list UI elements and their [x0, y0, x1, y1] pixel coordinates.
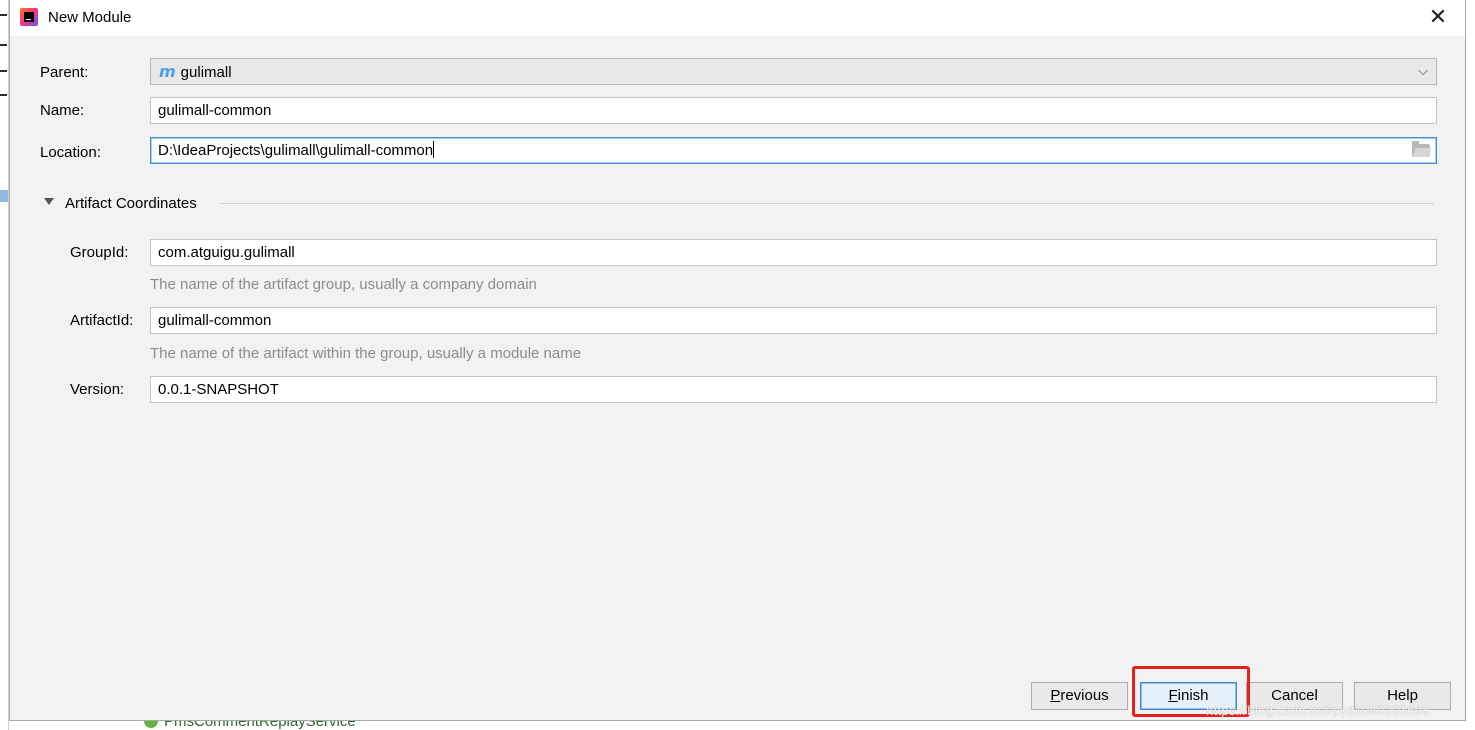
dialog-titlebar: New Module ✕	[10, 0, 1465, 36]
background-code-mark	[0, 14, 7, 16]
groupid-label: GroupId:	[70, 244, 129, 261]
artifactid-label: ArtifactId:	[70, 312, 134, 329]
background-ide-right-strip	[1466, 0, 1475, 730]
close-icon[interactable]: ✕	[1427, 7, 1449, 29]
intellij-app-icon	[20, 8, 38, 26]
maven-module-icon: m	[159, 62, 176, 81]
name-field[interactable]: gulimall-common	[150, 97, 1437, 124]
background-code-mark	[0, 94, 7, 96]
location-field[interactable]: D:\IdeaProjects\gulimall\gulimall-common	[150, 137, 1437, 164]
version-label: Version:	[70, 381, 125, 398]
text-cursor	[433, 141, 435, 158]
chevron-down-icon[interactable]: ⌵	[1418, 59, 1428, 84]
background-code-mark	[0, 70, 7, 72]
parent-label: Parent:	[40, 64, 89, 81]
artifactid-hint: The name of the artifact within the grou…	[150, 345, 582, 362]
parent-combobox[interactable]: m gulimall ⌵	[150, 58, 1437, 85]
background-ide-left-strip	[0, 0, 9, 730]
parent-value: gulimall	[180, 64, 232, 81]
previous-button[interactable]: Previous	[1031, 682, 1128, 710]
collapse-triangle-icon[interactable]	[44, 198, 54, 205]
location-label: Location:	[40, 144, 101, 161]
version-field[interactable]: 0.0.1-SNAPSHOT	[150, 376, 1437, 403]
groupid-field[interactable]: com.atguigu.gulimall	[150, 239, 1437, 266]
background-code-mark	[0, 44, 7, 46]
groupid-hint: The name of the artifact group, usually …	[150, 276, 537, 293]
section-divider	[220, 203, 1434, 204]
artifactid-field[interactable]: gulimall-common	[150, 307, 1437, 334]
browse-folder-icon[interactable]	[1412, 141, 1430, 157]
name-label: Name:	[40, 102, 85, 119]
background-selection-mark	[0, 190, 8, 202]
csdn-watermark: https://blog.csdn.net/pyd1040201698	[1206, 703, 1430, 718]
dialog-title: New Module	[48, 9, 132, 26]
new-module-dialog: New Module ✕ Parent: m gulimall ⌵ Name: g…	[9, 0, 1466, 721]
artifact-coordinates-heading[interactable]: Artifact Coordinates	[65, 195, 197, 213]
